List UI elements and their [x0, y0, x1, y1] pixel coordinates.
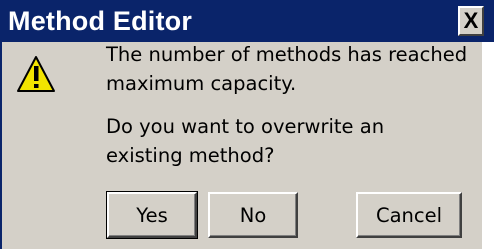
close-button[interactable]: X: [458, 6, 484, 36]
cancel-button-label: Cancel: [375, 203, 443, 227]
message-line: maximum capacity.: [106, 72, 297, 95]
question-line: Do you want to overwrite an: [106, 115, 385, 138]
dialog-title: Method Editor: [8, 5, 193, 36]
title-bar[interactable]: Method Editor: [2, 0, 494, 42]
no-button[interactable]: No: [208, 192, 298, 238]
message-line: The number of methods has reached: [106, 43, 468, 66]
question-line: existing method?: [106, 144, 275, 167]
method-editor-dialog: Method Editor X The number of methods ha…: [0, 0, 494, 249]
yes-button[interactable]: Yes: [106, 191, 198, 239]
close-icon: X: [463, 8, 479, 33]
cancel-button[interactable]: Cancel: [356, 192, 462, 238]
no-button-label: No: [239, 203, 267, 227]
yes-button-label: Yes: [136, 203, 168, 227]
message-text: The number of methods has reached maximu…: [106, 40, 481, 170]
warning-icon: [17, 56, 55, 92]
screen: Method Editor X The number of methods ha…: [0, 0, 494, 249]
